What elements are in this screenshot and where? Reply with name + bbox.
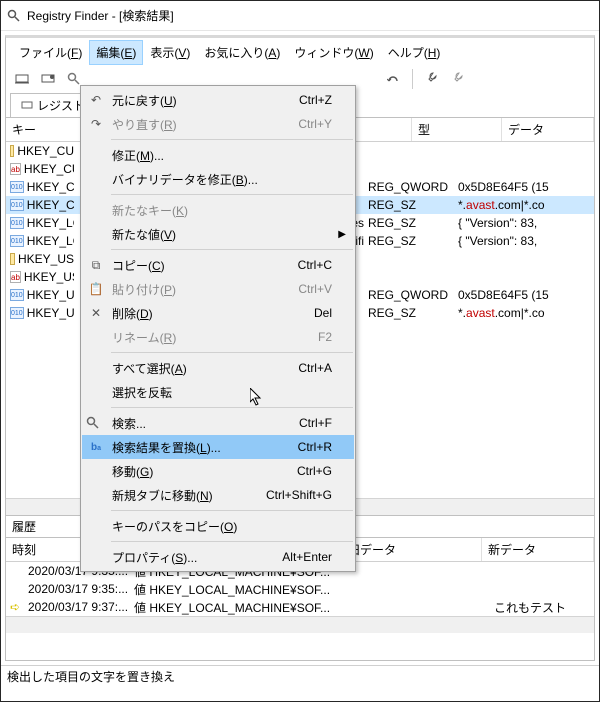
replace-icon: ba	[86, 442, 106, 453]
list-item[interactable]: ➪2020/03/17 9:37:...値 HKEY_LOCAL_MACHINE…	[6, 598, 594, 616]
content-frame: ファイル(F) 編集(E) 表示(V) お気に入り(A) ウィンドウ(W) ヘル…	[5, 35, 595, 661]
toolbar-network-icon[interactable]	[38, 69, 58, 89]
window-title: Registry Finder - [検索結果]	[27, 7, 174, 24]
menu-modify-binary[interactable]: バイナリデータを修正(B)...	[82, 167, 354, 191]
string-icon: ab	[10, 163, 21, 175]
current-arrow-icon: ➪	[10, 600, 20, 614]
submenu-arrow-icon: ▶	[338, 229, 346, 240]
folder-icon	[10, 253, 15, 265]
column-old[interactable]: 旧データ	[342, 538, 482, 561]
menu-invert-selection[interactable]: 選択を反転	[82, 380, 354, 404]
menu-copy[interactable]: ⧉コピー(C)Ctrl+C	[82, 253, 354, 277]
binary-icon: 010	[10, 289, 24, 301]
copy-icon: ⧉	[86, 258, 106, 273]
delete-icon: ✕	[86, 306, 106, 320]
menu-help[interactable]: ヘルプ(H)	[381, 40, 448, 65]
menu-undo[interactable]: ↶元に戻す(U)Ctrl+Z	[82, 88, 354, 112]
menu-window[interactable]: ウィンドウ(W)	[287, 40, 380, 65]
menu-find[interactable]: 検索...Ctrl+F	[82, 411, 354, 435]
redo-icon: ↷	[86, 117, 106, 131]
undo-icon: ↶	[86, 93, 106, 107]
menu-rename[interactable]: リネーム(R)F2	[82, 325, 354, 349]
computer-icon	[21, 101, 33, 110]
menu-view[interactable]: 表示(V)	[143, 40, 197, 65]
folder-icon	[10, 145, 14, 157]
app-icon	[7, 9, 21, 23]
menu-goto[interactable]: 移動(G)Ctrl+G	[82, 459, 354, 483]
binary-icon: 010	[10, 181, 24, 193]
title-bar: Registry Finder - [検索結果]	[1, 1, 599, 31]
toolbar-reundo-icon[interactable]	[384, 69, 404, 89]
binary-icon: 010	[10, 235, 24, 247]
toolbar-computer-icon[interactable]	[12, 69, 32, 89]
column-new[interactable]: 新データ	[482, 538, 594, 561]
toolbar-wrench-icon[interactable]	[421, 69, 441, 89]
menubar: ファイル(F) 編集(E) 表示(V) お気に入り(A) ウィンドウ(W) ヘル…	[6, 38, 594, 65]
menu-redo[interactable]: ↷やり直す(R)Ctrl+Y	[82, 112, 354, 136]
menu-edit[interactable]: 編集(E)	[89, 40, 143, 65]
edit-dropdown-menu: ↶元に戻す(U)Ctrl+Z ↷やり直す(R)Ctrl+Y 修正(M)... バ…	[80, 85, 356, 572]
menu-paste[interactable]: 📋貼り付け(P)Ctrl+V	[82, 277, 354, 301]
search-icon	[86, 416, 106, 430]
paste-icon: 📋	[86, 282, 106, 296]
toolbar-wrench2-icon[interactable]	[447, 69, 467, 89]
menu-file[interactable]: ファイル(F)	[12, 40, 89, 65]
menu-modify[interactable]: 修正(M)...	[82, 143, 354, 167]
menu-new-key[interactable]: 新たなキー(K)	[82, 198, 354, 222]
column-type[interactable]: 型	[412, 118, 502, 141]
menu-new-value[interactable]: 新たな値(V)▶	[82, 222, 354, 246]
column-data[interactable]: データ	[502, 118, 594, 141]
menu-select-all[interactable]: すべて選択(A)Ctrl+A	[82, 356, 354, 380]
toolbar-separator	[412, 69, 413, 89]
string-icon: ab	[10, 271, 21, 283]
menu-delete[interactable]: ✕削除(D)Del	[82, 301, 354, 325]
menu-properties[interactable]: プロパティ(S)...Alt+Enter	[82, 545, 354, 569]
horizontal-scrollbar[interactable]	[6, 616, 594, 633]
binary-icon: 010	[10, 199, 24, 211]
list-item[interactable]: 2020/03/17 9:35:...値 HKEY_LOCAL_MACHINE¥…	[6, 580, 594, 598]
menu-copy-keypath[interactable]: キーのパスをコピー(O)	[82, 514, 354, 538]
menu-favorites[interactable]: お気に入り(A)	[197, 40, 287, 65]
menu-replace-results[interactable]: ba検索結果を置換(L)...Ctrl+R	[82, 435, 354, 459]
menu-goto-newtab[interactable]: 新規タブに移動(N)Ctrl+Shift+G	[82, 483, 354, 507]
binary-icon: 010	[10, 307, 24, 319]
status-bar: 検出した項目の文字を置き換え	[1, 665, 599, 687]
binary-icon: 010	[10, 217, 24, 229]
